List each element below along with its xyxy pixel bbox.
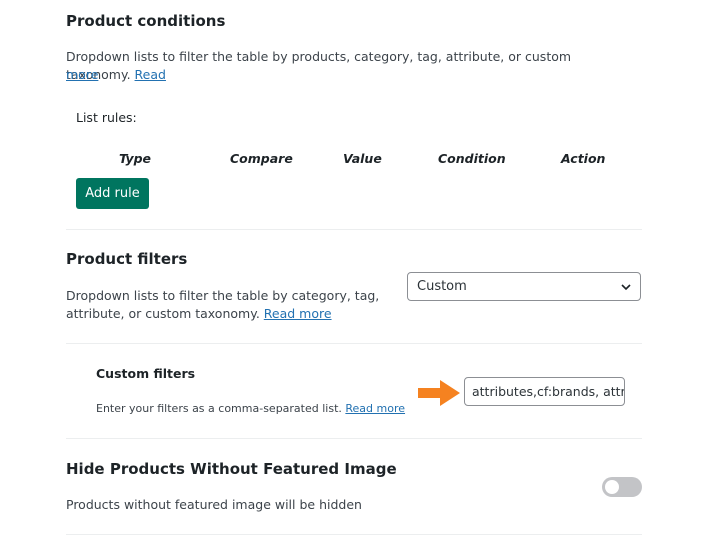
column-header-value: Value — [343, 151, 382, 166]
hide-products-toggle[interactable] — [602, 477, 642, 497]
product-filters-select[interactable]: Custom — [407, 272, 641, 301]
custom-filters-description-text: Enter your filters as a comma-separated … — [96, 402, 342, 415]
product-filters-read-more-link[interactable]: Read more — [264, 306, 332, 321]
toggle-knob — [605, 480, 619, 494]
section-divider — [66, 534, 642, 535]
hide-products-title: Hide Products Without Featured Image — [66, 460, 397, 478]
list-rules-label: List rules: — [76, 110, 137, 125]
column-header-type: Type — [119, 151, 152, 166]
product-conditions-read-more-wrap[interactable]: more — [66, 66, 98, 84]
product-conditions-title: Product conditions — [66, 12, 226, 30]
product-filters-description-line1: Dropdown lists to filter the table by ca… — [66, 288, 380, 303]
product-filters-select-value: Custom — [417, 279, 467, 294]
custom-filters-read-more-link[interactable]: Read more — [345, 402, 405, 415]
section-divider — [66, 438, 642, 439]
product-conditions-read-more-link-cont[interactable]: more — [66, 67, 98, 82]
add-rule-button[interactable]: Add rule — [76, 178, 149, 209]
custom-filters-input[interactable]: attributes,cf:brands, attr — [464, 377, 625, 406]
product-filters-description: Dropdown lists to filter the table by ca… — [66, 287, 386, 323]
section-divider — [66, 343, 642, 344]
arrow-right-icon — [418, 380, 460, 406]
product-filters-description-line2: attribute, or custom taxonomy. Read more — [66, 306, 332, 321]
product-conditions-description: Dropdown lists to filter the table by pr… — [66, 48, 626, 84]
custom-filters-title-text: Custom filters — [96, 366, 196, 381]
product-conditions-read-more-link[interactable]: Read — [135, 67, 166, 82]
chevron-down-icon — [621, 284, 631, 291]
column-header-condition: Condition — [438, 151, 506, 166]
custom-filters-description: Enter your filters as a comma-separated … — [96, 402, 405, 415]
column-header-action: Action — [561, 151, 606, 166]
hide-products-description: Products without featured image will be … — [66, 497, 362, 512]
product-filters-title: Product filters — [66, 250, 188, 268]
column-header-compare: Compare — [230, 151, 293, 166]
section-divider — [66, 229, 642, 230]
